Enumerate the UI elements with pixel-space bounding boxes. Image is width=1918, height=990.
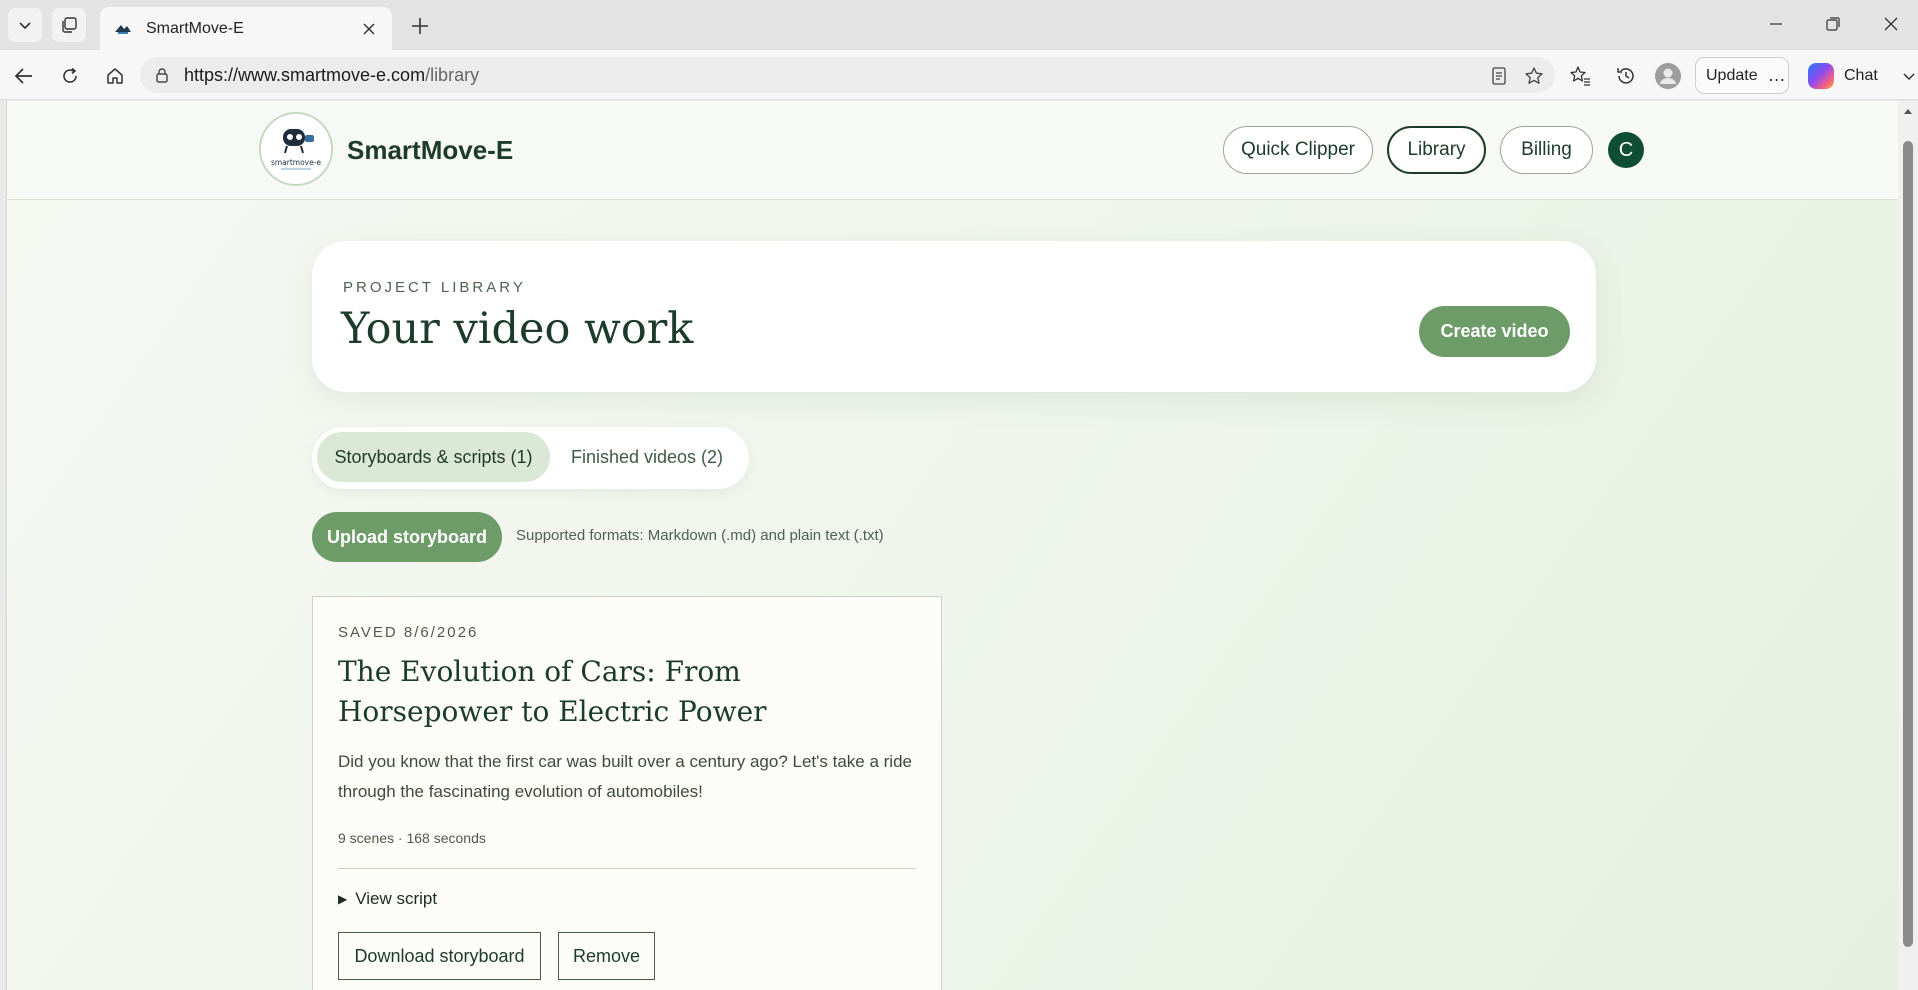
tab-finished-videos[interactable]: Finished videos (2) [552,432,742,482]
scrollbar-thumb[interactable] [1903,141,1913,947]
saved-date: SAVED 8/6/2026 [338,624,479,641]
close-window-button[interactable] [1868,6,1914,42]
new-tab-button[interactable] [404,10,436,42]
storyboard-description: Did you know that the first car was buil… [338,752,912,801]
copilot-icon [1808,62,1834,89]
back-arrow-icon [14,68,32,84]
reload-button[interactable] [54,60,86,92]
library-tabs: Storyboards & scripts (1) Finished video… [312,427,749,489]
brand-name[interactable]: SmartMove-E [347,135,513,166]
reload-icon [63,67,77,83]
minimize-button[interactable] [1753,6,1799,42]
reader-view-icon[interactable] [1486,63,1512,89]
card-divider [338,868,916,869]
tab-storyboards-scripts[interactable]: Storyboards & scripts (1) [317,432,550,482]
view-script-label: View script [355,889,438,908]
nav-library[interactable]: Library [1387,126,1486,174]
browser-tab-bar: SmartMove-E [0,0,1918,50]
upload-storyboard-button[interactable]: Upload storyboard [312,512,502,562]
page-title: Your video work [341,304,694,354]
disclosure-triangle-icon: ▶ [338,892,348,906]
tab-title: SmartMove-E [146,19,244,37]
nav-billing[interactable]: Billing [1500,126,1593,174]
scroll-up-arrow-icon[interactable] [1902,105,1914,117]
home-icon [107,68,123,84]
restore-icon [1826,17,1840,31]
remove-button[interactable]: Remove [558,932,655,980]
favorite-star-icon[interactable] [1521,63,1547,89]
create-video-button[interactable]: Create video [1419,306,1570,357]
address-bar[interactable]: https://www.smartmove-e.com/library [140,57,1555,93]
storyboard-meta: 9 scenes · 168 seconds [338,830,486,846]
chevron-down-icon [19,22,31,30]
url-host: https://www.smartmove-e.com [184,64,426,85]
download-storyboard-button[interactable]: Download storyboard [338,932,541,980]
site-header: smartmove-e SmartMove-E Quick Clipper Li… [7,101,1898,200]
chevron-down-icon [1903,72,1915,80]
chat-label: Chat [1844,66,1878,84]
update-button[interactable]: Update … [1695,57,1789,94]
plus-icon [412,18,428,34]
tab-list-button[interactable] [8,8,42,42]
browser-tab-active[interactable]: SmartMove-E [100,7,392,50]
url-path: /library [425,64,480,85]
nav-quick-clipper[interactable]: Quick Clipper [1223,126,1373,174]
close-tab-icon[interactable] [358,18,380,40]
workspaces-icon [62,17,77,33]
close-icon [1884,17,1898,31]
favorites-button[interactable] [1566,62,1594,90]
history-icon [1617,68,1634,84]
url-text[interactable]: https://www.smartmove-e.com/library [184,65,479,86]
view-script-toggle[interactable]: ▶ View script [338,889,437,909]
supported-formats-note: Supported formats: Markdown (.md) and pl… [516,527,884,544]
brand-logo[interactable]: smartmove-e [259,112,333,186]
user-avatar[interactable]: C [1608,132,1644,168]
back-button[interactable] [8,60,40,92]
favorites-list-icon [1570,66,1590,86]
history-button[interactable] [1612,62,1640,90]
site-favicon-icon [114,20,132,38]
profile-button[interactable] [1654,62,1682,90]
update-label: Update [1706,66,1758,84]
logo-text: smartmove-e [271,158,321,167]
page-scrollbar[interactable] [1898,101,1918,990]
home-button[interactable] [99,60,131,92]
profile-avatar-icon [1655,63,1681,89]
page-viewport: smartmove-e SmartMove-E Quick Clipper Li… [6,101,1898,990]
storyboard-card: SAVED 8/6/2026 The Evolution of Cars: Fr… [312,596,942,990]
minimize-icon [1770,23,1782,25]
library-hero-card: PROJECT LIBRARY Your video work Create v… [312,241,1596,392]
section-eyebrow: PROJECT LIBRARY [343,279,526,296]
copilot-chat-button[interactable]: Chat [1800,57,1918,94]
restore-button[interactable] [1810,6,1856,42]
lock-icon[interactable] [150,67,174,83]
browser-toolbar: https://www.smartmove-e.com/library Upda… [0,50,1918,100]
more-options-icon[interactable]: … [1768,65,1787,86]
workspaces-button[interactable] [52,8,86,42]
storyboard-title: The Evolution of Cars: From Horsepower t… [338,655,767,728]
robot-logo-icon: smartmove-e [271,129,321,170]
